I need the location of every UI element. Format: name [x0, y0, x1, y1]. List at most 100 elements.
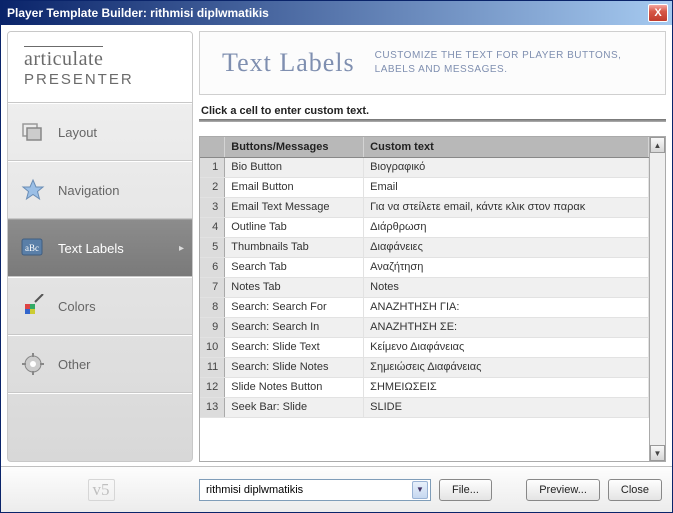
cell-custom-text[interactable]: Κείμενο Διαφάνειας — [364, 337, 649, 357]
file-button[interactable]: File... — [439, 479, 492, 501]
cell-button-message[interactable]: Notes Tab — [225, 277, 364, 297]
navigation-icon — [20, 177, 46, 203]
cell-custom-text[interactable]: Βιογραφικό — [364, 157, 649, 177]
cell-button-message[interactable]: Slide Notes Button — [225, 377, 364, 397]
table-row: 8Search: Search ForΑΝΑΖΗΤΗΣΗ ΓΙΑ: — [200, 297, 649, 317]
table-row: 10Search: Slide TextΚείμενο Διαφάνειας — [200, 337, 649, 357]
sidebar-item-other[interactable]: Other — [8, 335, 192, 393]
scroll-up-icon[interactable]: ▲ — [650, 137, 665, 153]
labels-grid: Buttons/Messages Custom text 1Bio Button… — [199, 136, 666, 462]
close-button[interactable]: Close — [608, 479, 662, 501]
logo-bottom: PRESENTER — [24, 71, 176, 88]
cell-custom-text[interactable]: Για να στείλετε email, κάντε κλικ στον π… — [364, 197, 649, 217]
sidebar-item-navigation[interactable]: Navigation — [8, 161, 192, 219]
chevron-down-icon: ▼ — [412, 481, 428, 499]
window-body: articulate PRESENTER Layout Navigation — [1, 25, 672, 512]
cell-custom-text[interactable]: ΑΝΑΖΗΤΗΣΗ ΣΕ: — [364, 317, 649, 337]
cell-button-message[interactable]: Search: Search In — [225, 317, 364, 337]
logo-top: articulate — [24, 46, 103, 71]
grid-table: Buttons/Messages Custom text 1Bio Button… — [200, 137, 649, 418]
table-row: 12Slide Notes ButtonΣΗΜΕΙΩΣΕΙΣ — [200, 377, 649, 397]
template-select[interactable]: rithmisi diplwmatikis ▼ — [199, 479, 431, 501]
footer: v5 rithmisi diplwmatikis ▼ File... Previ… — [1, 466, 672, 512]
cell-button-message[interactable]: Search: Slide Text — [225, 337, 364, 357]
sidebar: articulate PRESENTER Layout Navigation — [7, 31, 193, 462]
row-number[interactable]: 2 — [200, 177, 225, 197]
cell-button-message[interactable]: Email Button — [225, 177, 364, 197]
table-row: 6Search TabΑναζήτηση — [200, 257, 649, 277]
sidebar-item-text-labels[interactable]: aBc Text Labels — [8, 219, 192, 277]
cell-custom-text[interactable]: Σημειώσεις Διαφάνειας — [364, 357, 649, 377]
cell-custom-text[interactable]: Notes — [364, 277, 649, 297]
version-label: v5 — [88, 479, 115, 501]
logo: articulate PRESENTER — [8, 32, 192, 103]
sidebar-item-layout[interactable]: Layout — [8, 103, 192, 161]
sidebar-item-label: Colors — [58, 299, 96, 314]
text-labels-icon: aBc — [20, 235, 46, 261]
sidebar-item-label: Navigation — [58, 183, 119, 198]
table-row: 1Bio ButtonΒιογραφικό — [200, 157, 649, 177]
page-title: Text Labels — [222, 48, 355, 78]
scroll-down-icon[interactable]: ▼ — [650, 445, 665, 461]
row-number[interactable]: 10 — [200, 337, 225, 357]
col-header-custom[interactable]: Custom text — [364, 137, 649, 157]
row-number[interactable]: 6 — [200, 257, 225, 277]
cell-custom-text[interactable]: Αναζήτηση — [364, 257, 649, 277]
gear-icon — [20, 351, 46, 377]
cell-button-message[interactable]: Outline Tab — [225, 217, 364, 237]
cell-button-message[interactable]: Search: Slide Notes — [225, 357, 364, 377]
cell-button-message[interactable]: Seek Bar: Slide — [225, 397, 364, 417]
main-area: articulate PRESENTER Layout Navigation — [1, 25, 672, 466]
cell-custom-text[interactable]: ΑΝΑΖΗΤΗΣΗ ΓΙΑ: — [364, 297, 649, 317]
table-row: 11Search: Slide NotesΣημειώσεις Διαφάνει… — [200, 357, 649, 377]
table-row: 9Search: Search InΑΝΑΖΗΤΗΣΗ ΣΕ: — [200, 317, 649, 337]
preview-button[interactable]: Preview... — [526, 479, 600, 501]
grid-scroll: Buttons/Messages Custom text 1Bio Button… — [200, 137, 649, 461]
version-box: v5 — [11, 479, 191, 501]
table-row: 5Thumbnails TabΔιαφάνειες — [200, 237, 649, 257]
divider — [199, 119, 666, 122]
table-row: 3Email Text MessageΓια να στείλετε email… — [200, 197, 649, 217]
row-number[interactable]: 1 — [200, 157, 225, 177]
cell-custom-text[interactable]: SLIDE — [364, 397, 649, 417]
colors-icon — [20, 293, 46, 319]
row-number[interactable]: 8 — [200, 297, 225, 317]
window: Player Template Builder: rithmisi diplwm… — [0, 0, 673, 513]
page-description: CUSTOMIZE THE TEXT FOR PLAYER BUTTONS, L… — [375, 49, 643, 77]
sidebar-item-label: Text Labels — [58, 241, 124, 256]
cell-button-message[interactable]: Email Text Message — [225, 197, 364, 217]
sidebar-item-colors[interactable]: Colors — [8, 277, 192, 335]
cell-custom-text[interactable]: Email — [364, 177, 649, 197]
row-number[interactable]: 9 — [200, 317, 225, 337]
row-number[interactable]: 11 — [200, 357, 225, 377]
close-icon[interactable]: X — [648, 4, 668, 22]
col-header-rownum[interactable] — [200, 137, 225, 157]
row-number[interactable]: 5 — [200, 237, 225, 257]
row-number[interactable]: 12 — [200, 377, 225, 397]
template-select-value: rithmisi diplwmatikis — [206, 484, 303, 496]
row-number[interactable]: 13 — [200, 397, 225, 417]
scroll-track[interactable] — [650, 153, 665, 445]
table-row: 2Email ButtonEmail — [200, 177, 649, 197]
cell-button-message[interactable]: Bio Button — [225, 157, 364, 177]
cell-button-message[interactable]: Search: Search For — [225, 297, 364, 317]
cell-custom-text[interactable]: ΣΗΜΕΙΩΣΕΙΣ — [364, 377, 649, 397]
cell-custom-text[interactable]: Διάρθρωση — [364, 217, 649, 237]
row-number[interactable]: 4 — [200, 217, 225, 237]
header-box: Text Labels CUSTOMIZE THE TEXT FOR PLAYE… — [199, 31, 666, 95]
row-number[interactable]: 3 — [200, 197, 225, 217]
sidebar-spacer — [8, 393, 192, 461]
window-title: Player Template Builder: rithmisi diplwm… — [7, 6, 269, 20]
table-row: 4Outline TabΔιάρθρωση — [200, 217, 649, 237]
layout-icon — [20, 119, 46, 145]
sidebar-item-label: Layout — [58, 125, 97, 140]
scrollbar[interactable]: ▲ ▼ — [649, 137, 665, 461]
instruction-text: Click a cell to enter custom text. — [199, 105, 666, 119]
col-header-buttons[interactable]: Buttons/Messages — [225, 137, 364, 157]
cell-custom-text[interactable]: Διαφάνειες — [364, 237, 649, 257]
content-panel: Text Labels CUSTOMIZE THE TEXT FOR PLAYE… — [199, 31, 666, 462]
svg-text:aBc: aBc — [25, 243, 39, 253]
cell-button-message[interactable]: Thumbnails Tab — [225, 237, 364, 257]
row-number[interactable]: 7 — [200, 277, 225, 297]
cell-button-message[interactable]: Search Tab — [225, 257, 364, 277]
